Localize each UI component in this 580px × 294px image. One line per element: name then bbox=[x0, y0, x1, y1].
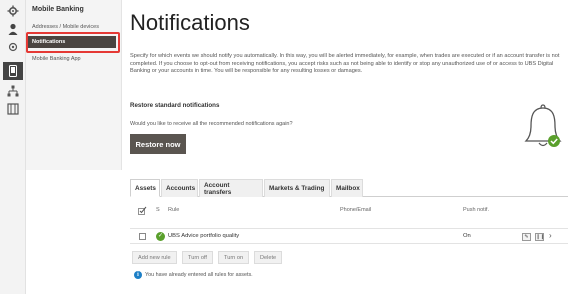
restore-question: Would you like to receive all the recomm… bbox=[130, 121, 293, 127]
header-status: S bbox=[156, 207, 160, 213]
turn-on-button[interactable]: Turn on bbox=[218, 251, 250, 264]
header-push[interactable]: Push notif. bbox=[463, 207, 489, 213]
table-row[interactable]: ✓ UBS Advice portfolio quality On ✎ ❙❙ › bbox=[130, 228, 568, 244]
page-title: Notifications bbox=[130, 10, 250, 35]
rule-actions: Add new rule Turn off Turn on Delete bbox=[130, 251, 568, 265]
bell-icon bbox=[524, 104, 564, 152]
highlight-annotation bbox=[26, 32, 120, 53]
info-icon: i bbox=[134, 271, 142, 279]
network-icon[interactable] bbox=[6, 84, 20, 98]
table-header: S Rule Phone/Email Push notif. bbox=[130, 206, 568, 217]
icon-rail bbox=[0, 0, 26, 294]
pause-icon[interactable]: ❙❙ bbox=[535, 233, 544, 241]
edit-icon[interactable]: ✎ bbox=[522, 233, 531, 241]
category-tabs: Assets Accounts Account transfers Market… bbox=[130, 179, 568, 197]
row-checkbox[interactable] bbox=[139, 233, 146, 240]
header-phone-email[interactable]: Phone/Email bbox=[340, 207, 371, 213]
turn-off-button[interactable]: Turn off bbox=[182, 251, 213, 264]
subnav-item-addresses[interactable]: Addresses / Mobile devices bbox=[32, 24, 99, 30]
push-status: On bbox=[463, 233, 471, 239]
delete-button[interactable]: Delete bbox=[254, 251, 283, 264]
info-message: i You have already entered all rules for… bbox=[134, 271, 253, 279]
tab-markets-trading[interactable]: Markets & Trading bbox=[264, 179, 330, 197]
tab-accounts[interactable]: Accounts bbox=[161, 179, 198, 197]
restore-heading: Restore standard notifications bbox=[130, 102, 220, 109]
header-rule[interactable]: Rule bbox=[168, 207, 179, 213]
intro-text: Specify for which events we should notif… bbox=[130, 53, 560, 75]
sub-navigation: Mobile Banking Addresses / Mobile device… bbox=[26, 0, 122, 170]
chevron-right-icon[interactable]: › bbox=[549, 231, 552, 240]
info-text: You have already entered all rules for a… bbox=[145, 272, 253, 278]
tab-mailbox[interactable]: Mailbox bbox=[331, 179, 363, 197]
restore-now-button[interactable]: Restore now bbox=[130, 134, 186, 154]
subnav-item-mobile-banking-app[interactable]: Mobile Banking App bbox=[32, 56, 81, 62]
user-icon[interactable] bbox=[6, 22, 20, 36]
rule-name[interactable]: UBS Advice portfolio quality bbox=[168, 233, 239, 239]
tab-assets[interactable]: Assets bbox=[130, 179, 160, 197]
add-new-rule-button[interactable]: Add new rule bbox=[132, 251, 177, 264]
select-all-icon[interactable] bbox=[138, 206, 147, 217]
settings-icon[interactable] bbox=[6, 40, 20, 54]
gear-icon[interactable] bbox=[6, 4, 20, 18]
calendar-icon[interactable] bbox=[6, 102, 20, 116]
status-ok-icon: ✓ bbox=[156, 232, 165, 241]
subnav-heading: Mobile Banking bbox=[32, 6, 84, 13]
mobile-icon[interactable] bbox=[3, 62, 23, 80]
tab-account-transfers[interactable]: Account transfers bbox=[199, 179, 263, 197]
